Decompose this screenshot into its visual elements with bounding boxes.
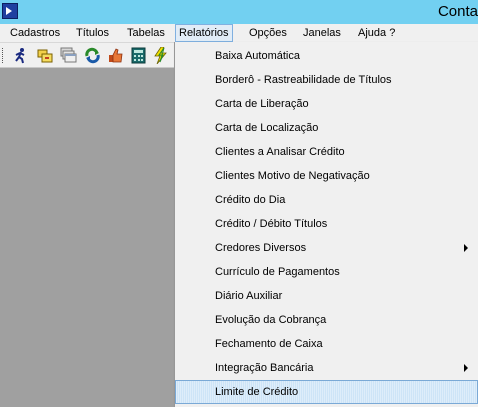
calculator-icon[interactable]: [130, 47, 147, 64]
menu-item-label: Diário Auxiliar: [215, 290, 283, 302]
menu-opcoes[interactable]: Opções: [246, 24, 290, 42]
submenu-arrow-icon: [464, 364, 468, 372]
relatorios-dropdown-menu: Baixa Automática Borderô - Rastreabilida…: [174, 42, 478, 407]
running-man-icon[interactable]: [12, 47, 29, 64]
menu-item-bordero[interactable]: Borderô - Rastreabilidade de Títulos: [175, 68, 478, 92]
menu-item-credores-diversos[interactable]: Credores Diversos: [175, 236, 478, 260]
title-bar: Conta: [0, 0, 478, 24]
app-icon[interactable]: [2, 3, 18, 19]
menu-item-label: Clientes Motivo de Negativação: [215, 170, 370, 182]
menu-item-label: Clientes a Analisar Crédito: [215, 146, 345, 158]
menu-item-clientes-motivo-negativacao[interactable]: Clientes Motivo de Negativação: [175, 164, 478, 188]
window-title: Conta: [437, 3, 478, 20]
menu-janelas[interactable]: Janelas: [300, 24, 344, 42]
submenu-arrow-icon: [464, 244, 468, 252]
menu-item-label: Limite de Crédito: [215, 386, 299, 398]
menu-item-label: Carta de Localização: [215, 122, 319, 134]
menu-item-label: Baixa Automática: [215, 50, 300, 62]
menu-item-fechamento-caixa[interactable]: Fechamento de Caixa: [175, 332, 478, 356]
menu-item-label: Borderô - Rastreabilidade de Títulos: [215, 74, 392, 86]
menu-item-label: Crédito / Débito Títulos: [215, 218, 328, 230]
menu-item-credito-do-dia[interactable]: Crédito do Dia: [175, 188, 478, 212]
menu-relatorios[interactable]: Relatórios: [175, 24, 233, 42]
toolbar: [0, 43, 174, 68]
menu-tabelas[interactable]: Tabelas: [124, 24, 168, 42]
menu-item-credito-debito-titulos[interactable]: Crédito / Débito Títulos: [175, 212, 478, 236]
menu-item-integracao-bancaria[interactable]: Integração Bancária: [175, 356, 478, 380]
menu-item-label: Evolução da Cobrança: [215, 314, 327, 326]
menu-item-label: Crédito do Dia: [215, 194, 286, 206]
menu-titulos[interactable]: Títulos: [73, 24, 112, 42]
menu-item-baixa-automatica[interactable]: Baixa Automática: [175, 44, 478, 68]
window-stack-icon[interactable]: [60, 47, 77, 64]
mdi-client-area[interactable]: [0, 68, 174, 407]
menu-cadastros[interactable]: Cadastros: [7, 24, 63, 42]
menu-ajuda[interactable]: Ajuda ?: [355, 24, 398, 42]
menu-item-carta-localizacao[interactable]: Carta de Localização: [175, 116, 478, 140]
menu-item-carta-liberacao[interactable]: Carta de Liberação: [175, 92, 478, 116]
menu-item-label: Fechamento de Caixa: [215, 338, 323, 350]
thumbs-up-icon[interactable]: [107, 47, 124, 64]
menu-item-curriculo-pagamentos[interactable]: Currículo de Pagamentos: [175, 260, 478, 284]
recycle-icon[interactable]: [84, 47, 101, 64]
folders-icon[interactable]: [37, 47, 54, 64]
menu-item-limite-credito[interactable]: Limite de Crédito: [175, 380, 478, 404]
menu-item-label: Credores Diversos: [215, 242, 307, 254]
menu-item-label: Integração Bancária: [215, 362, 314, 374]
menu-item-clientes-analisar-credito[interactable]: Clientes a Analisar Crédito: [175, 140, 478, 164]
menu-item-label: Carta de Liberação: [215, 98, 309, 110]
menu-item-evolucao-cobranca[interactable]: Evolução da Cobrança: [175, 308, 478, 332]
lightning-icon[interactable]: [152, 47, 169, 64]
menu-item-diario-auxiliar[interactable]: Diário Auxiliar: [175, 284, 478, 308]
toolbar-grip[interactable]: [2, 48, 6, 63]
menu-item-label: Currículo de Pagamentos: [215, 266, 340, 278]
menu-bar: Cadastros Títulos Tabelas Relatórios Opç…: [0, 24, 478, 43]
